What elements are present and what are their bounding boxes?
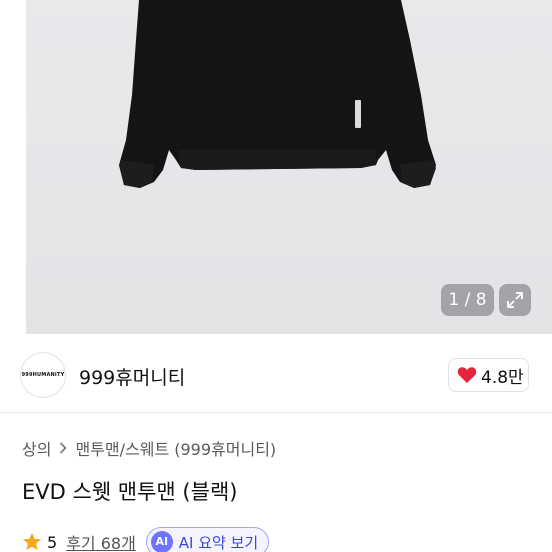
expand-arrows-icon	[507, 292, 523, 308]
product-image-gallery[interactable]: 1 / 8	[0, 0, 552, 336]
review-count-link[interactable]: 후기 68개	[66, 530, 136, 552]
shop-row[interactable]: 999HUMANITY 999휴머니티 4.8만	[0, 336, 552, 412]
ai-summary-button[interactable]: AI AI 요약 보기	[145, 527, 270, 552]
shop-avatar-logo: 999HUMANITY	[21, 372, 65, 378]
breadcrumb: 상의 맨투맨/스웨트 (999휴머니티)	[22, 436, 276, 460]
section-divider	[0, 412, 552, 413]
breadcrumb-item-subcategory[interactable]: 맨투맨/스웨트 (999휴머니티)	[75, 436, 276, 460]
shop-like-button[interactable]: 4.8만	[448, 358, 529, 392]
expand-button[interactable]	[499, 284, 531, 316]
star-icon	[23, 533, 41, 550]
ai-summary-label: AI 요약 보기	[178, 533, 259, 552]
shop-rating-value: 4.8만	[481, 367, 524, 388]
shop-name[interactable]: 999휴머니티	[79, 363, 185, 390]
heart-icon	[457, 367, 477, 383]
breadcrumb-item-category[interactable]: 상의	[22, 436, 51, 460]
product-rating-value: 5	[47, 532, 58, 552]
product-meta-row: 5 후기 68개 AI AI 요약 보기	[22, 527, 270, 552]
image-counter: 1 / 8	[441, 284, 494, 316]
ai-badge-icon: AI	[150, 531, 173, 552]
chevron-right-icon	[59, 439, 68, 458]
product-title: EVD 스웻 맨투맨 (블랙)	[22, 480, 238, 504]
shop-avatar[interactable]: 999HUMANITY	[20, 352, 66, 398]
